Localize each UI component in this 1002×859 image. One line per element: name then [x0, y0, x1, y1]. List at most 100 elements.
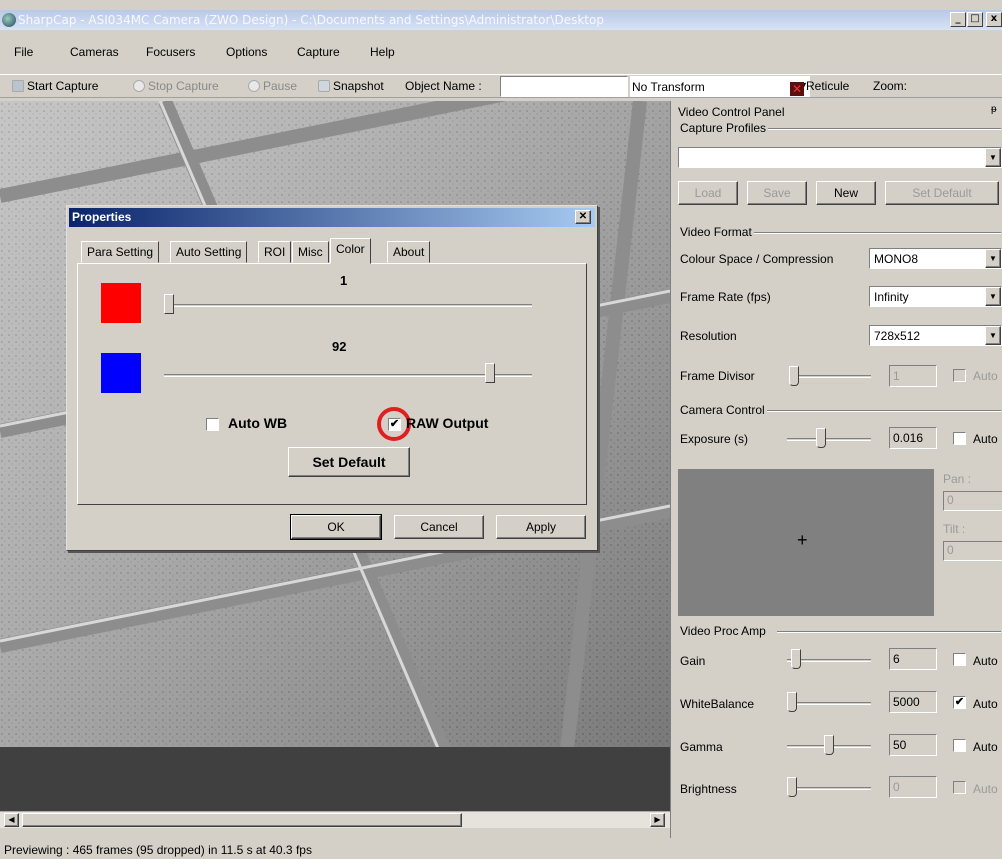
- camera-control-label: Camera Control: [678, 403, 767, 417]
- tab-roi[interactable]: ROI: [258, 241, 292, 263]
- reticule-icon: ✕: [790, 82, 804, 96]
- raw-output-label: RAW Output: [406, 415, 489, 431]
- white-balance-slider[interactable]: [787, 702, 871, 705]
- tab-para-setting[interactable]: Para Setting: [81, 241, 160, 263]
- close-button[interactable]: x: [986, 12, 1002, 27]
- reticule-button[interactable]: ✕ Reticule: [790, 79, 849, 96]
- frame-divisor-slider-thumb[interactable]: [789, 366, 799, 386]
- frame-divisor-field[interactable]: 1: [889, 365, 937, 387]
- pause-button[interactable]: Pause: [248, 79, 297, 93]
- frame-divisor-label: Frame Divisor: [680, 369, 755, 383]
- properties-dialog: Properties ✕ Para Setting Auto Setting R…: [66, 205, 598, 551]
- menu-file[interactable]: File: [14, 45, 33, 59]
- gain-slider-thumb[interactable]: [791, 649, 801, 669]
- load-profile-button[interactable]: Load: [678, 181, 738, 205]
- transform-select[interactable]: No Transform ▼: [630, 76, 810, 97]
- brightness-auto-label: Auto: [973, 782, 998, 796]
- new-profile-button[interactable]: New: [816, 181, 876, 205]
- white-balance-auto-label: Auto: [973, 697, 998, 711]
- pan-tilt-pad[interactable]: +: [678, 469, 934, 616]
- red-gain-slider-thumb[interactable]: [164, 294, 174, 314]
- stop-icon: [133, 80, 145, 92]
- minimize-button[interactable]: _: [950, 12, 966, 27]
- scroll-right-icon[interactable]: ▶: [650, 813, 665, 827]
- horizontal-scrollbar[interactable]: ◀ ▶: [0, 811, 670, 828]
- camera-icon: [318, 80, 330, 92]
- gamma-auto-checkbox[interactable]: [953, 739, 966, 752]
- start-capture-button[interactable]: Start Capture: [12, 79, 98, 93]
- gamma-label: Gamma: [680, 740, 723, 754]
- tab-misc[interactable]: Misc: [292, 241, 329, 263]
- save-profile-button[interactable]: Save: [747, 181, 807, 205]
- tilt-field[interactable]: 0: [943, 541, 1002, 561]
- resolution-select[interactable]: 728x512 ▼: [869, 325, 1002, 346]
- brightness-auto-checkbox[interactable]: [953, 781, 966, 794]
- apply-button[interactable]: Apply: [496, 515, 586, 539]
- menu-help[interactable]: Help: [370, 45, 395, 59]
- snapshot-button[interactable]: Snapshot: [318, 79, 384, 93]
- color-tab-page: 1 92 Auto WB ✔ RAW Output Set Default: [77, 263, 587, 505]
- frame-divisor-slider[interactable]: [789, 375, 871, 378]
- resolution-label: Resolution: [680, 329, 737, 343]
- white-balance-slider-thumb[interactable]: [787, 692, 797, 712]
- colour-space-label: Colour Space / Compression: [680, 252, 834, 266]
- red-gain-slider[interactable]: [164, 304, 532, 307]
- dialog-title-bar: Properties ✕: [69, 208, 595, 227]
- white-balance-auto-checkbox[interactable]: ✔: [953, 696, 966, 709]
- blue-gain-slider[interactable]: [164, 374, 532, 377]
- stop-capture-button[interactable]: Stop Capture: [133, 79, 219, 93]
- pan-field[interactable]: 0: [943, 491, 1002, 511]
- gain-auto-checkbox[interactable]: [953, 653, 966, 666]
- scroll-left-icon[interactable]: ◀: [4, 813, 19, 827]
- menu-options[interactable]: Options: [226, 45, 267, 59]
- tab-auto-setting[interactable]: Auto Setting: [170, 241, 248, 263]
- exposure-slider-thumb[interactable]: [816, 428, 826, 448]
- set-default-profile-button[interactable]: Set Default: [885, 181, 999, 205]
- maximize-button[interactable]: □: [967, 12, 983, 27]
- brightness-label: Brightness: [680, 782, 737, 796]
- frame-rate-select[interactable]: Infinity ▼: [869, 286, 1002, 307]
- video-format-label: Video Format: [678, 225, 754, 239]
- brightness-slider[interactable]: [787, 787, 871, 790]
- group-divider: [751, 232, 1001, 234]
- raw-output-checkbox[interactable]: ✔: [388, 418, 401, 431]
- frame-rate-label: Frame Rate (fps): [680, 290, 771, 304]
- exposure-auto-label: Auto: [973, 432, 998, 446]
- frame-divisor-auto-checkbox[interactable]: [953, 369, 966, 382]
- dialog-close-icon[interactable]: ✕: [575, 210, 591, 224]
- capture-profile-select[interactable]: ▼: [678, 147, 1002, 168]
- red-swatch: [101, 283, 141, 323]
- object-name-label: Object Name :: [405, 79, 482, 93]
- gamma-slider-thumb[interactable]: [824, 735, 834, 755]
- menu-capture[interactable]: Capture: [297, 45, 340, 59]
- crosshair-icon: +: [797, 530, 808, 550]
- window-title: SharpCap - ASI034MC Camera (ZWO Design) …: [18, 13, 604, 27]
- menu-cameras[interactable]: Cameras: [70, 45, 119, 59]
- white-balance-field[interactable]: 5000: [889, 691, 937, 713]
- pin-icon[interactable]: ᵽ: [991, 104, 997, 115]
- dialog-title: Properties: [72, 210, 132, 224]
- tab-about[interactable]: About: [387, 241, 431, 263]
- colour-space-select[interactable]: MONO8 ▼: [869, 248, 1002, 269]
- cancel-button[interactable]: Cancel: [394, 515, 484, 539]
- zoom-label: Zoom:: [873, 79, 908, 93]
- exposure-auto-checkbox[interactable]: [953, 432, 966, 445]
- status-bar: Previewing : 465 frames (95 dropped) in …: [0, 838, 1002, 859]
- ok-button[interactable]: OK: [290, 514, 382, 540]
- scroll-thumb[interactable]: [22, 813, 462, 827]
- gain-field[interactable]: 6: [889, 648, 937, 670]
- exposure-slider[interactable]: [787, 438, 871, 441]
- brightness-field[interactable]: 0: [889, 776, 937, 798]
- chevron-down-icon: ▼: [985, 249, 1001, 268]
- auto-wb-checkbox[interactable]: [206, 418, 219, 431]
- blue-gain-slider-thumb[interactable]: [485, 363, 495, 383]
- tab-color[interactable]: Color: [330, 238, 371, 264]
- blue-swatch: [101, 353, 141, 393]
- panel-title: Video Control Panel: [678, 105, 785, 119]
- set-default-button[interactable]: Set Default: [288, 447, 410, 477]
- gamma-field[interactable]: 50: [889, 734, 937, 756]
- exposure-field[interactable]: 0.016: [889, 427, 937, 449]
- menu-focusers[interactable]: Focusers: [146, 45, 195, 59]
- object-name-input[interactable]: [500, 76, 628, 97]
- brightness-slider-thumb[interactable]: [787, 777, 797, 797]
